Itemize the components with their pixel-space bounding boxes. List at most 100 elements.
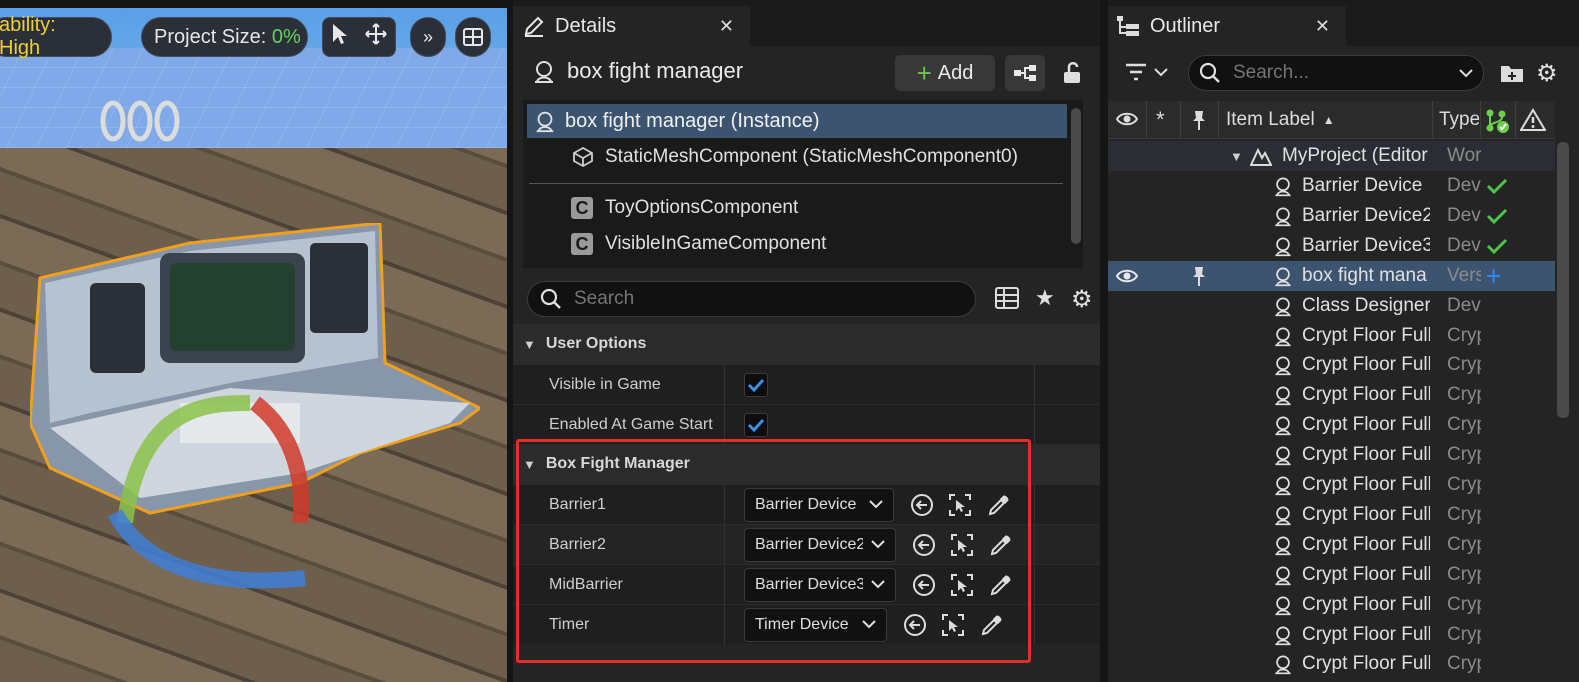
select-tool-icon[interactable] xyxy=(331,23,349,51)
component-row-instance[interactable]: box fight manager (Instance) xyxy=(527,104,1067,138)
details-search-box[interactable] xyxy=(527,281,976,317)
lock-icon[interactable] xyxy=(1061,60,1085,86)
outliner-header-row: * Item Label ▲ Type xyxy=(1108,101,1555,139)
category-label: User Options xyxy=(545,335,647,352)
tree-row[interactable]: Crypt Floor Full Cryp xyxy=(1108,470,1555,500)
sort-ascending-icon: ▲ xyxy=(1322,113,1335,127)
tree-row[interactable]: Crypt Floor Full Cryp xyxy=(1108,560,1555,590)
actor-name: box fight manager xyxy=(567,58,744,83)
tree-row[interactable]: Barrier Device2 Dev xyxy=(1108,201,1555,231)
marked-for-add-plus-icon: + xyxy=(1486,260,1502,291)
visibility-column-eye-icon[interactable] xyxy=(1115,110,1139,133)
level-viewport[interactable]: ability: High Project Size: 0% » xyxy=(0,8,507,682)
component-label: StaticMeshComponent (StaticMeshComponent… xyxy=(605,146,1018,167)
visibility-eye-icon[interactable] xyxy=(1115,267,1139,291)
details-search-input[interactable] xyxy=(574,288,954,310)
settings-gear-icon[interactable]: ⚙ xyxy=(1071,285,1093,314)
tree-item-label: MyProject (Editor xyxy=(1282,145,1428,166)
double-chevron-right-icon: » xyxy=(422,26,433,47)
components-scrollbar[interactable] xyxy=(1071,108,1081,244)
column-divider xyxy=(1480,101,1481,139)
viewport-layout-button[interactable] xyxy=(455,17,491,57)
tree-item-type: Cryp xyxy=(1447,563,1481,585)
tree-row[interactable]: Class Designer Dev xyxy=(1108,291,1555,321)
tree-item-label: Crypt Floor Full xyxy=(1302,623,1430,645)
column-divider xyxy=(1034,365,1035,405)
outliner-search-input[interactable] xyxy=(1233,62,1453,84)
type-column-header[interactable]: Type xyxy=(1439,109,1479,131)
tree-row[interactable]: Crypt Floor Full Cryp xyxy=(1108,530,1555,560)
component-row-toy-options[interactable]: C ToyOptionsComponent xyxy=(527,191,1067,225)
tree-row[interactable]: Crypt Floor Full Cryp xyxy=(1108,620,1555,650)
scalability-label: ability: High xyxy=(0,14,56,59)
add-component-button[interactable]: + Add xyxy=(895,55,995,91)
actor-icon xyxy=(1272,594,1294,616)
tab-outliner[interactable]: Outliner ✕ xyxy=(1108,6,1346,46)
blueprint-convert-button[interactable] xyxy=(1005,55,1045,91)
actor-icon xyxy=(1272,474,1294,496)
tree-item-label: Class Designer xyxy=(1302,294,1430,316)
prop-label: Visible in Game xyxy=(549,375,661,393)
search-icon xyxy=(1199,62,1220,83)
category-user-options[interactable]: ▼ User Options xyxy=(513,324,1100,364)
prop-row-enabled-at-game-start: Enabled At Game Start xyxy=(513,404,1100,445)
chevron-down-icon xyxy=(1154,68,1168,77)
console-device-mesh[interactable] xyxy=(30,223,480,523)
column-header-label: Item Label xyxy=(1226,109,1315,130)
source-control-column-icon[interactable] xyxy=(1484,108,1510,139)
favorites-star-icon[interactable]: ★ xyxy=(1035,285,1055,311)
component-row-visible-in-game[interactable]: C VisibleInGameComponent xyxy=(527,227,1067,261)
outliner-scrollbar[interactable] xyxy=(1557,142,1569,418)
tree-row[interactable]: Crypt Floor Full Cryp xyxy=(1108,440,1555,470)
details-tab-label: Details xyxy=(555,14,617,37)
close-outliner-icon[interactable]: ✕ xyxy=(1315,16,1330,37)
visible-in-game-checkbox[interactable] xyxy=(744,372,768,397)
expand-toolbar-button[interactable]: » xyxy=(410,17,446,57)
tree-item-type: Cryp xyxy=(1447,324,1481,346)
rotation-gizmo-blue-arc[interactable] xyxy=(105,508,325,598)
tree-row[interactable]: Crypt Floor Full Cryp xyxy=(1108,500,1555,530)
tree-item-label: Crypt Floor Full xyxy=(1302,503,1430,525)
pin-column-icon[interactable] xyxy=(1190,109,1208,136)
project-size-value: 0% xyxy=(271,25,301,48)
item-label-column-header[interactable]: Item Label ▲ xyxy=(1226,109,1335,131)
scalability-badge[interactable]: ability: High xyxy=(0,14,112,59)
warning-column-icon[interactable] xyxy=(1519,108,1547,137)
enabled-at-game-start-checkbox[interactable] xyxy=(744,412,768,437)
actor-header: box fight manager xyxy=(531,58,743,84)
actor-icon xyxy=(1272,205,1294,227)
column-divider xyxy=(724,365,725,405)
actor-icon xyxy=(1272,564,1294,586)
move-tool-icon[interactable] xyxy=(365,23,387,51)
tree-row[interactable]: Crypt Floor Full Cryp xyxy=(1108,590,1555,620)
tree-row[interactable]: Crypt Floor Full Cryp xyxy=(1108,350,1555,380)
tree-row[interactable]: Barrier Device3 Dev xyxy=(1108,231,1555,261)
tree-row-root[interactable]: ▼ MyProject (Editor Wor xyxy=(1108,141,1555,171)
close-details-icon[interactable]: ✕ xyxy=(719,16,734,37)
table-view-icon[interactable] xyxy=(995,287,1019,314)
tree-row[interactable]: box fight mana Vers + xyxy=(1108,260,1555,293)
component-row-static-mesh[interactable]: StaticMeshComponent (StaticMeshComponent… xyxy=(527,140,1067,174)
filter-dropdown-button[interactable] xyxy=(1124,62,1168,82)
tree-item-type: Vers xyxy=(1447,264,1481,286)
tree-item-type: Cryp xyxy=(1447,384,1481,406)
tree-row[interactable]: Crypt Floor Full Cryp xyxy=(1108,321,1555,351)
pin-icon[interactable] xyxy=(1190,265,1208,293)
unsaved-column-asterisk-icon[interactable]: * xyxy=(1156,107,1165,133)
tree-row[interactable]: Crypt Floor Full Cryp xyxy=(1108,410,1555,440)
component-label: VisibleInGameComponent xyxy=(605,233,827,254)
tree-item-label: Crypt Floor Full xyxy=(1302,384,1430,406)
project-size-badge[interactable]: Project Size: 0% xyxy=(141,17,308,57)
tree-item-label: Barrier Device3 xyxy=(1302,234,1430,256)
add-folder-icon[interactable] xyxy=(1500,62,1524,89)
tree-row[interactable]: Crypt Floor Full Cryp xyxy=(1108,380,1555,410)
outliner-search-box[interactable] xyxy=(1188,55,1484,91)
tree-row[interactable]: Crypt Floor Full Cryp xyxy=(1108,649,1555,679)
tree-row[interactable]: Barrier Device Dev xyxy=(1108,171,1555,201)
tree-item-label: box fight mana xyxy=(1302,264,1427,286)
checkmark-icon xyxy=(747,378,765,392)
tab-details[interactable]: Details ✕ xyxy=(513,6,750,46)
outliner-settings-gear-icon[interactable]: ⚙ xyxy=(1536,59,1558,88)
plus-icon: + xyxy=(916,57,932,88)
actor-icon xyxy=(1272,444,1294,466)
